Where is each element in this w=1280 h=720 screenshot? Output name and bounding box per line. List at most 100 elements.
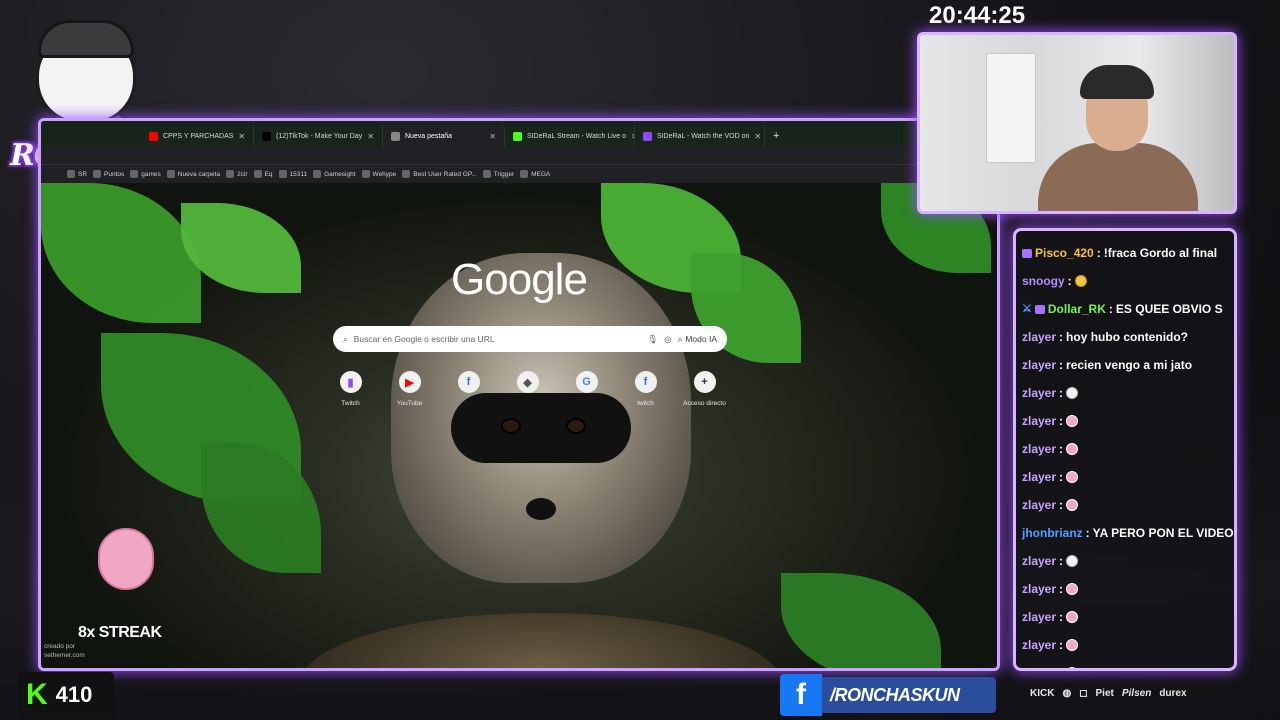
raccoon-eye <box>501 418 521 434</box>
bookmark-label: SR <box>78 170 88 178</box>
shortcut-tiles: ▮ Twitch ▶ YouTube f ◆ Gf twitch + Acceso directo <box>321 371 741 407</box>
tab-title: SIDeRaL Stream - Watch Live o <box>526 132 627 140</box>
bookmark-favicon-icon <box>93 170 102 178</box>
ai-mode-label: Modo IA <box>685 334 717 344</box>
chat-colon: : <box>1096 246 1101 260</box>
shortcut-tile[interactable]: ◆ <box>498 371 557 407</box>
emote-icon <box>1066 387 1079 399</box>
chat-username: zlayer <box>1022 442 1057 456</box>
chat-colon: : <box>1059 330 1064 344</box>
bookmark-item[interactable]: Gamesight <box>313 170 356 178</box>
chat-message: zlayer: <box>1022 603 1228 631</box>
raccoon-nose <box>526 498 556 520</box>
close-icon[interactable]: ✕ <box>489 132 496 141</box>
sponsor-durex: durex <box>1159 688 1187 699</box>
bookmark-item[interactable]: MEGA <box>520 170 550 178</box>
streamer-shirt <box>1038 143 1198 211</box>
chat-message: zlayer: <box>1022 407 1228 435</box>
webcam-shelf <box>986 53 1036 163</box>
chat-text: recien vengo a mi jato <box>1066 358 1193 372</box>
chat-colon: : <box>1059 662 1063 668</box>
shortcut-tile[interactable]: ▶ YouTube <box>380 371 439 407</box>
shortcut-tile[interactable]: ▮ Twitch <box>321 371 380 407</box>
chat-colon: : <box>1059 498 1064 512</box>
shortcut-tile[interactable]: f <box>439 371 498 407</box>
address-bar[interactable]: ⌕ <box>41 147 997 165</box>
shortcut-tile[interactable]: G <box>557 371 616 407</box>
chat-message: snoogy: <box>1022 267 1228 295</box>
emote-icon <box>1074 275 1087 287</box>
chat-username: Dollar_RK <box>1047 302 1106 316</box>
facebook-icon: f <box>457 371 480 393</box>
chat-text: hoy hubo contenido? <box>1066 330 1189 344</box>
bookmark-item[interactable]: Trigger <box>482 170 514 178</box>
bookmark-item[interactable]: Best User Rated GP... <box>402 170 477 178</box>
webcam-feed <box>917 32 1237 214</box>
facebook-icon: f <box>634 371 657 393</box>
tab-title: (12)TikTok - Make Your Day <box>276 132 363 140</box>
chat-message: jhonbrianz: YA PERO PON EL VIDEO <box>1022 519 1234 547</box>
stream-clock: 20:44:25 <box>929 2 1026 29</box>
browser-tab[interactable]: Nueva pestaña ✕ <box>382 125 505 147</box>
webcam-streamer <box>1038 55 1198 211</box>
bookmarks-bar: SR Puntos games Nueva carpeta 2cir Eq 15311 Gam… <box>41 165 997 183</box>
bookmark-item[interactable]: Nueva carpeta <box>166 170 220 178</box>
google-logo: Google <box>451 255 588 304</box>
leaf-decoration <box>201 443 321 573</box>
browser-tab[interactable]: SIDeRaL Stream - Watch Live o✕ <box>505 125 635 147</box>
bookmark-item[interactable]: Puntos <box>93 170 124 178</box>
translate-icon: G <box>575 371 598 393</box>
browser-tab[interactable]: SIDeRaL - Watch the VOD on ✕ <box>635 125 765 147</box>
bookmark-favicon-icon <box>313 170 322 178</box>
chat-username: zlayer <box>1022 582 1057 596</box>
bookmark-item[interactable]: Eq <box>253 170 273 178</box>
new-tab-page: Google ⌕ Buscar en Google o escribir una… <box>41 183 997 668</box>
sponsor-pilsen: Pilsen <box>1121 688 1152 699</box>
shortcut-tile[interactable]: + Acceso directo <box>675 371 734 407</box>
bookmark-item[interactable]: SR <box>67 170 87 178</box>
facebook-banner: f /RONCHASKUN <box>780 674 996 716</box>
tab-title: SIDeRaL - Watch the VOD on <box>656 132 750 140</box>
ai-mode-button[interactable]: ⌕ Modo IA <box>678 334 717 345</box>
chat-colon: : <box>1059 610 1064 624</box>
sponsor-piet: Piet <box>1095 688 1114 699</box>
chat-username: snoogy <box>1022 274 1065 288</box>
bookmark-item[interactable]: 15311 <box>278 170 307 178</box>
search-box[interactable]: ⌕ Buscar en Google o escribir una URL 🎙 … <box>333 326 727 352</box>
close-icon[interactable]: ✕ <box>367 132 374 141</box>
bookmark-label: 2cir <box>237 170 248 178</box>
browser-tab[interactable]: CPPS Y PARCHADAS ✕ <box>141 125 255 147</box>
chat-colon: : <box>1059 442 1064 456</box>
chat-message: zlayer: <box>1022 659 1228 668</box>
raccoon-eye <box>566 418 586 434</box>
search-icon: ⌕ <box>343 333 348 344</box>
bookmark-label: Eq <box>264 170 273 178</box>
browser-tab[interactable]: (12)TikTok - Make Your Day ✕ <box>254 125 383 147</box>
close-icon[interactable]: ✕ <box>238 132 245 141</box>
bookmark-item[interactable]: Wehype <box>361 170 396 178</box>
chat-message: zlayer: <box>1022 491 1228 519</box>
close-icon[interactable]: ✕ <box>754 132 761 141</box>
microphone-icon[interactable]: 🎙 <box>647 334 658 345</box>
bookmark-favicon-icon <box>482 170 491 178</box>
chat-colon: : <box>1059 638 1064 652</box>
raccoon-image <box>371 253 711 668</box>
chat-message: zlayer: hoy hubo contenido? <box>1022 323 1228 351</box>
lens-icon[interactable]: ◎ <box>664 334 671 345</box>
youtube-icon: ▶ <box>398 371 421 393</box>
kick-count: 410 <box>55 682 93 707</box>
shortcut-label: YouTube <box>396 400 423 407</box>
shortcut-tile[interactable]: f twitch <box>616 371 675 407</box>
bookmark-label: Best User Rated GP... <box>413 170 477 178</box>
chat-username: zlayer <box>1022 470 1057 484</box>
chat-text: YA PERO PON EL VIDEO <box>1092 526 1234 540</box>
sword-badge-icon: ⚔ <box>1022 303 1032 315</box>
tab-strip: CPPS Y PARCHADAS ✕ (12)TikTok - Make Your … <box>41 121 997 147</box>
bookmark-item[interactable]: 2cir <box>226 170 248 178</box>
discord-icon: ◍ <box>1062 688 1072 699</box>
new-tab-button[interactable]: + <box>765 125 787 147</box>
bookmark-item[interactable]: games <box>130 170 161 178</box>
bookmark-favicon-icon <box>226 170 235 178</box>
chat-colon: : <box>1059 554 1064 568</box>
credit-line: sethemer.com <box>44 652 85 659</box>
